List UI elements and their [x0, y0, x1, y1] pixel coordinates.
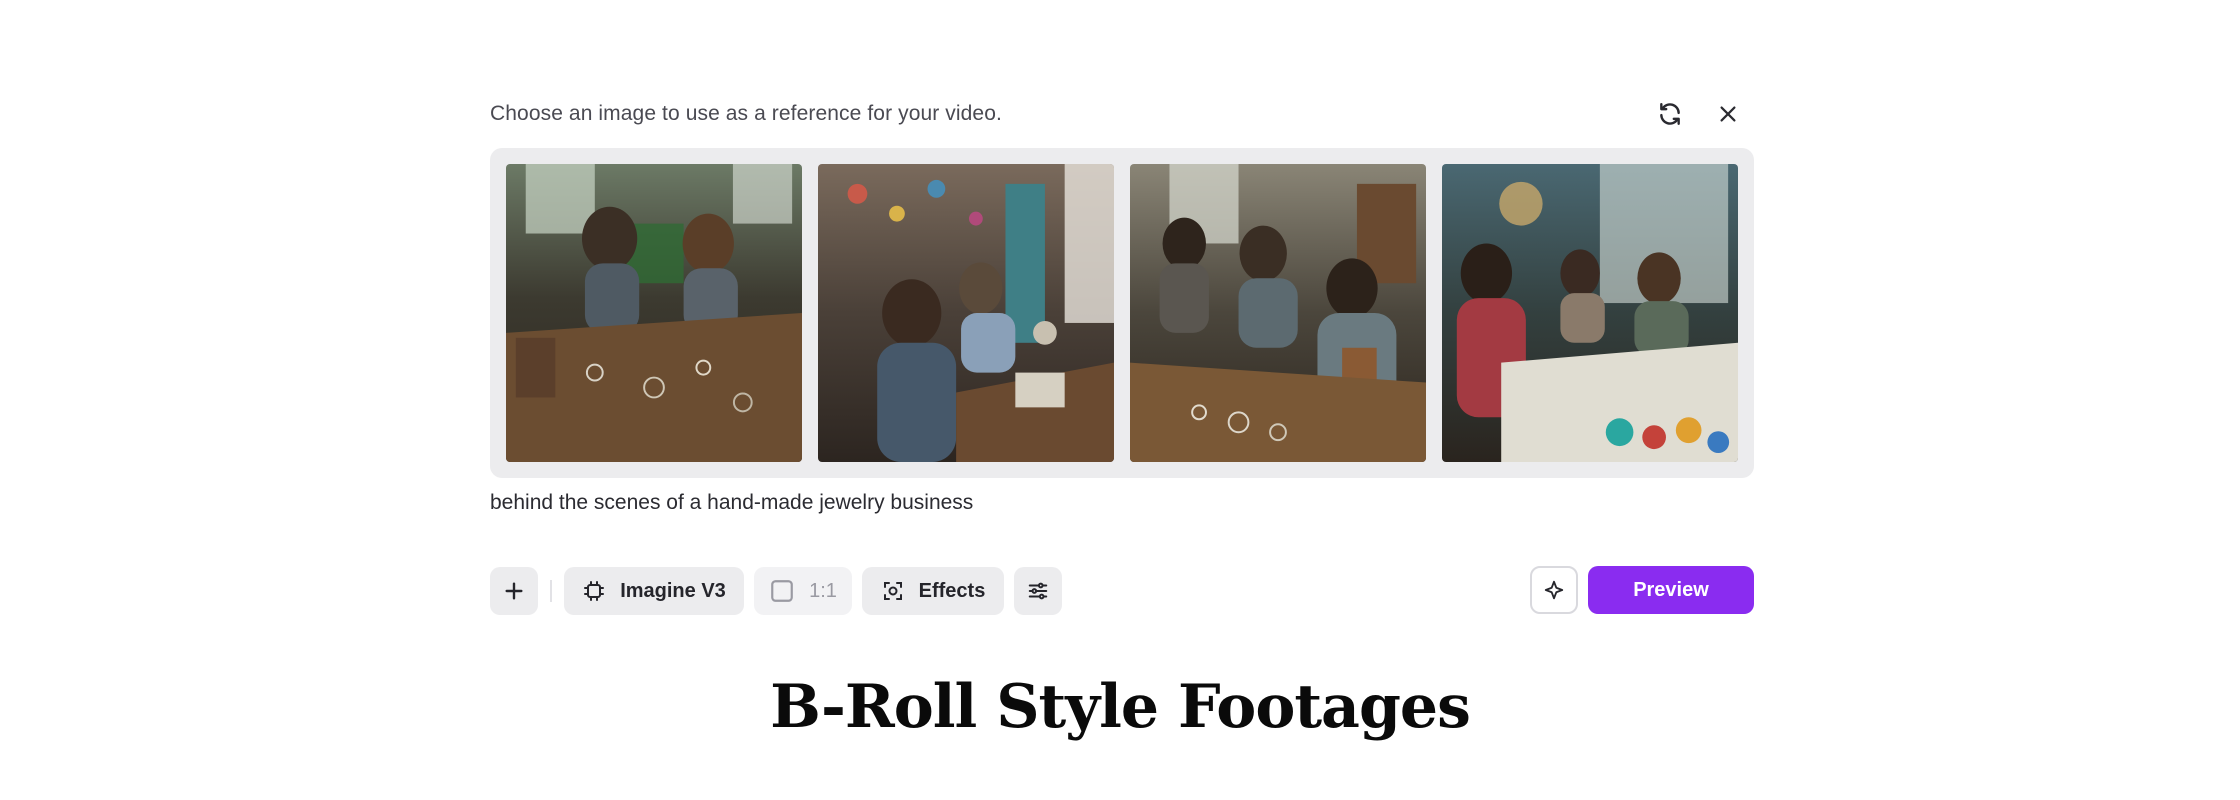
toolbar-right: Preview	[1530, 566, 1754, 614]
jewelry-scene-image	[1130, 164, 1426, 462]
effects-button[interactable]: Effects	[862, 567, 1004, 615]
aspect-ratio-button[interactable]: 1:1	[754, 567, 852, 615]
jewelry-scene-image	[818, 164, 1114, 462]
add-button[interactable]	[490, 567, 538, 615]
sparkle-icon	[1544, 580, 1564, 600]
effects-label: Effects	[918, 579, 986, 602]
jewelry-scene-image	[506, 164, 802, 462]
model-selector-button[interactable]: Imagine V3	[564, 567, 744, 615]
generation-toolbar: Imagine V3 1:1 Effects Preview	[490, 566, 1754, 616]
close-button[interactable]	[1708, 94, 1748, 134]
preview-button[interactable]: Preview	[1588, 566, 1754, 614]
chip-icon	[584, 581, 605, 601]
effects-icon	[883, 582, 902, 600]
gallery-image-2[interactable]	[818, 164, 1114, 462]
settings-button[interactable]	[1014, 567, 1062, 615]
model-label: Imagine V3	[620, 579, 726, 602]
jewelry-scene-image	[1442, 164, 1738, 462]
video-reference-panel: Choose an image to use as a reference fo…	[490, 90, 1754, 616]
close-icon	[1720, 106, 1736, 122]
page: Choose an image to use as a reference fo…	[0, 0, 2240, 800]
header-actions	[1650, 94, 1748, 134]
sliders-icon	[1028, 582, 1048, 600]
section-title: B-Roll Style Footages	[770, 672, 1471, 742]
gallery-image-3[interactable]	[1130, 164, 1426, 462]
toolbar-divider	[550, 580, 552, 602]
refresh-button[interactable]	[1650, 94, 1690, 134]
plus-icon	[505, 582, 523, 600]
enhance-prompt-button[interactable]	[1530, 566, 1578, 614]
prompt-text: behind the scenes of a hand-made jewelry…	[490, 491, 974, 514]
image-gallery	[490, 148, 1754, 478]
aspect-ratio-label: 1:1	[809, 579, 837, 602]
square-icon	[771, 580, 793, 602]
panel-header: Choose an image to use as a reference fo…	[490, 90, 1754, 138]
gallery-image-1[interactable]	[506, 164, 802, 462]
gallery-image-4[interactable]	[1442, 164, 1738, 462]
reference-hint: Choose an image to use as a reference fo…	[490, 102, 1002, 125]
refresh-icon	[1660, 103, 1680, 125]
